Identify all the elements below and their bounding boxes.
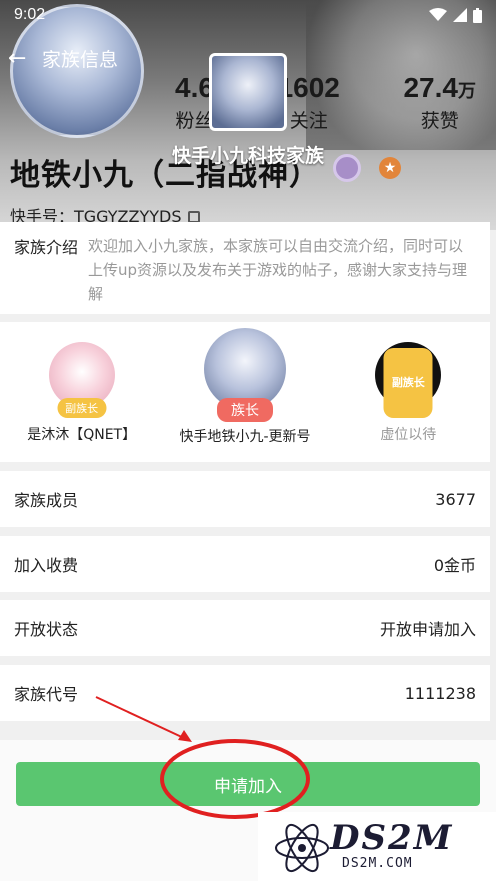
row-join-fee: 加入收费 0金币 (0, 536, 490, 592)
row-member-count: 家族成员 3677 (0, 471, 490, 527)
member-name: 虚位以待 (380, 427, 437, 443)
watermark-logo: DS2M (330, 818, 454, 858)
row-label: 家族代号 (14, 685, 79, 704)
row-value: 0金币 (433, 556, 476, 575)
role-tag-deputy: 副族长 (383, 348, 433, 418)
family-intro-card: 家族介绍 欢迎加入小九家族，本家族可以自由交流介绍，同时可以上传up资源以及发布… (0, 222, 490, 314)
stat-likes-value: 27.4 (403, 72, 458, 103)
row-label: 开放状态 (14, 620, 79, 639)
apply-join-button[interactable]: 申请加入 (16, 762, 480, 806)
member-deputy-vacant[interactable]: ? 副族长 虚位以待 (333, 342, 483, 462)
stat-likes-unit: 万 (457, 81, 476, 101)
watermark-site: DS2M.COM (342, 856, 413, 871)
stat-likes-label: 获赞 (420, 110, 459, 132)
battery-icon (473, 7, 482, 23)
row-value: 3677 (435, 489, 476, 509)
page-title: 家族信息 (42, 48, 119, 71)
wifi-icon (429, 8, 447, 21)
intro-label: 家族介绍 (14, 238, 79, 257)
family-name: 快手小九科技家族 (171, 145, 324, 167)
member-name: 是沐沐【QNET】 (27, 427, 137, 443)
role-tag-leader: 族长 (216, 398, 273, 422)
top-bar: ← 家族信息 (0, 40, 118, 76)
atom-logo-icon (275, 823, 329, 873)
status-time: 9:02 (14, 6, 46, 23)
intro-text: 欢迎加入小九家族，本家族可以自由交流介绍，同时可以上传up资源以及发布关于游戏的… (88, 237, 468, 303)
row-family-code: 家族代号 1111238 (0, 665, 490, 721)
status-icons (429, 7, 482, 23)
row-value: 1111238 (404, 683, 476, 703)
member-avatar[interactable]: 副族长 (48, 342, 115, 418)
member-deputy-1[interactable]: 副族长 是沐沐【QNET】 (7, 342, 157, 462)
status-bar: 9:02 (0, 0, 496, 30)
question-mark-icon[interactable]: ? 副族长 (375, 342, 442, 418)
back-arrow-icon[interactable]: ← (8, 46, 36, 71)
row-label: 加入收费 (14, 556, 79, 575)
member-name: 快手地铁小九-更新号 (179, 429, 311, 445)
role-tag-deputy: 副族长 (57, 398, 107, 418)
row-value: 开放申请加入 (379, 620, 476, 639)
family-avatar (209, 53, 287, 131)
signal-icon (453, 8, 467, 22)
member-leader[interactable]: 族长 快手地铁小九-更新号 (170, 328, 320, 462)
row-open-status: 开放状态 开放申请加入 (0, 600, 490, 656)
watermark: DS2M DS2M.COM (258, 812, 496, 881)
family-leaders-card: 副族长 是沐沐【QNET】 族长 快手地铁小九-更新号 ? 副族长 虚位以待 (0, 322, 490, 462)
row-label: 家族成员 (14, 491, 79, 510)
stat-likes: 27.4万 获赞 (403, 72, 476, 133)
member-avatar[interactable]: 族长 (203, 328, 286, 422)
